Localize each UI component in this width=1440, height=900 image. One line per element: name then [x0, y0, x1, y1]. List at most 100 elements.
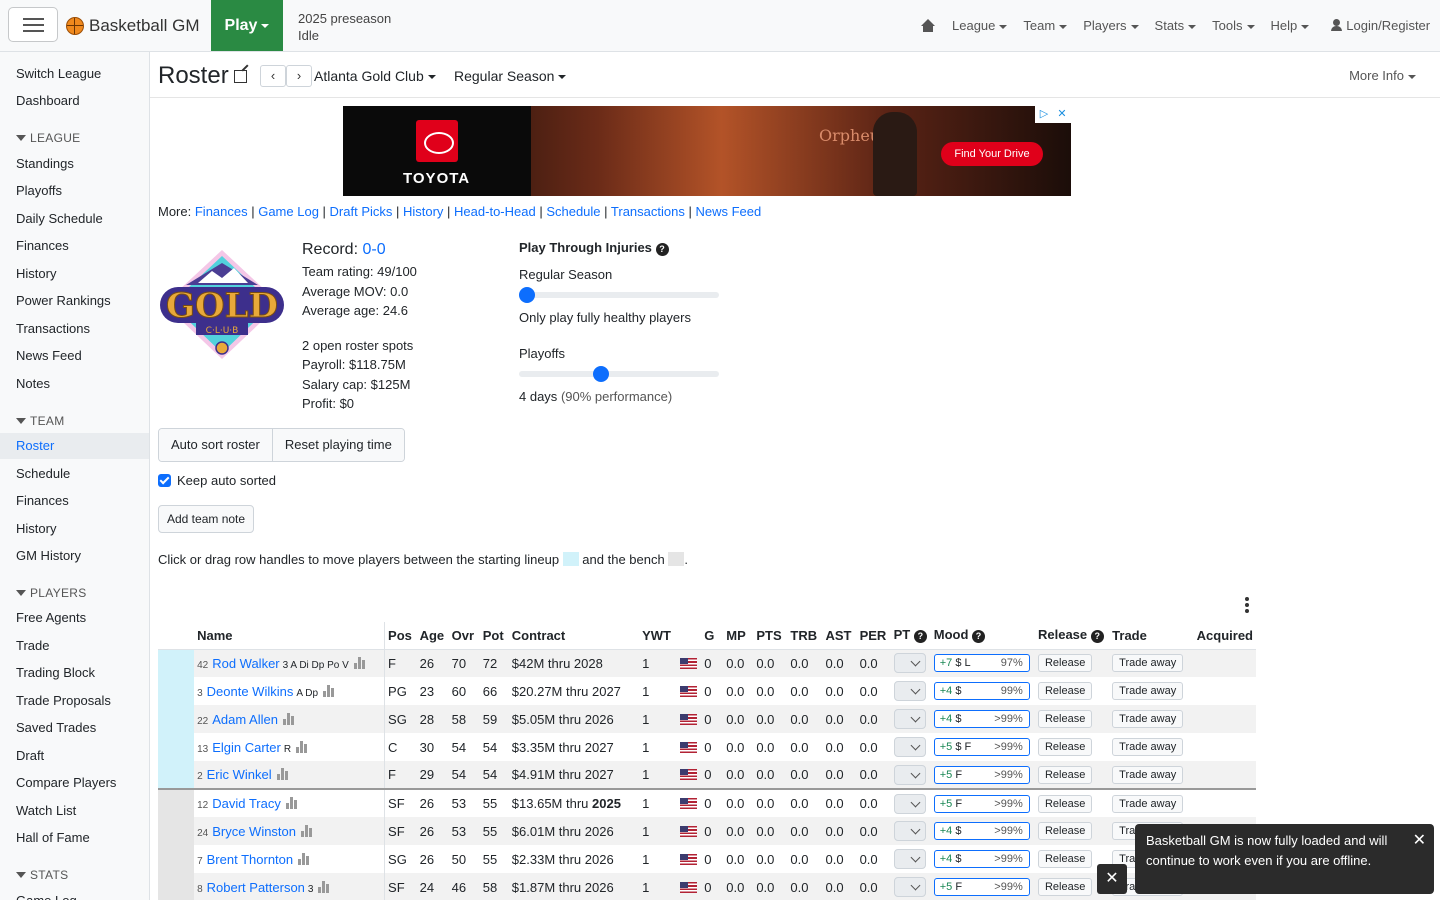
player-link[interactable]: Elgin Carter	[212, 740, 281, 755]
sidebar-item-standings[interactable]: Standings	[0, 151, 149, 177]
player-link[interactable]: Bryce Winston	[212, 824, 296, 839]
sidebar-item-playoffs[interactable]: Playoffs	[0, 178, 149, 204]
ratings-chart-icon[interactable]	[285, 797, 297, 809]
mood-button[interactable]: +5 $ F >99%	[933, 738, 1030, 756]
col-pot[interactable]: Pot	[479, 622, 509, 650]
player-link[interactable]: Adam Allen	[212, 712, 278, 727]
more-info-dropdown[interactable]: More Info	[1349, 68, 1416, 83]
trade-away-button[interactable]: Trade away	[1112, 794, 1184, 813]
help-icon[interactable]: ?	[655, 243, 669, 256]
checkbox-checked-icon[interactable]	[158, 474, 171, 487]
trade-away-button[interactable]: Trade away	[1112, 710, 1184, 728]
sidebar-item-watch-list[interactable]: Watch List	[0, 798, 149, 824]
sidebar-item-league-finances[interactable]: Finances	[0, 233, 149, 259]
col-per[interactable]: PER	[856, 622, 891, 650]
record-value[interactable]: 0-0	[362, 241, 385, 258]
nav-team[interactable]: Team	[1023, 18, 1068, 33]
link-head-to-head[interactable]: Head-to-Head	[454, 204, 536, 219]
ratings-chart-icon[interactable]	[276, 768, 288, 780]
add-team-note-button[interactable]: Add team note	[158, 505, 255, 533]
col-age[interactable]: Age	[416, 622, 449, 650]
row-handle[interactable]	[158, 817, 195, 845]
link-finances[interactable]: Finances	[195, 204, 248, 219]
ad-banner[interactable]: TOYOTA Orpheum Find Your Drive ▷ ✕	[343, 106, 1071, 196]
keep-auto-sorted-checkbox[interactable]: Keep auto sorted	[158, 473, 276, 488]
col-mood[interactable]: Mood ?	[930, 622, 1035, 650]
playing-time-select[interactable]	[893, 821, 926, 841]
col-name[interactable]: Name	[194, 622, 386, 650]
release-button[interactable]: Release	[1037, 710, 1093, 728]
ad-close-icon[interactable]: ✕	[1053, 106, 1071, 123]
col-mp[interactable]: MP	[723, 622, 754, 650]
ratings-chart-icon[interactable]	[301, 824, 313, 837]
col-ywt[interactable]: YWT	[639, 622, 678, 650]
help-icon[interactable]: ?	[913, 630, 927, 644]
col-trade[interactable]: Trade	[1109, 622, 1194, 650]
trade-away-button[interactable]: Trade away	[1112, 654, 1184, 673]
player-link[interactable]: Rod Walker	[212, 656, 279, 671]
sidebar-item-power-rankings[interactable]: Power Rankings	[0, 288, 149, 314]
playing-time-select[interactable]	[893, 877, 926, 897]
row-handle[interactable]	[158, 677, 195, 705]
sidebar-item-roster[interactable]: Roster	[0, 433, 149, 459]
mood-button[interactable]: +5 F >99%	[933, 765, 1030, 784]
col-ast[interactable]: AST	[822, 622, 857, 650]
release-button[interactable]: Release	[1037, 654, 1093, 673]
link-transactions[interactable]: Transactions	[611, 204, 685, 219]
playoffs-slider[interactable]	[519, 366, 719, 382]
sidebar-section-players[interactable]: PLAYERS	[16, 586, 87, 600]
release-button[interactable]: Release	[1037, 850, 1093, 868]
link-game-log[interactable]: Game Log	[258, 204, 319, 219]
release-button[interactable]: Release	[1037, 822, 1093, 840]
mood-button[interactable]: +7 $ L 97%	[933, 654, 1030, 673]
reset-playing-time-button[interactable]: Reset playing time	[271, 429, 404, 461]
help-icon[interactable]: ?	[972, 630, 986, 644]
sidebar-item-compare-players[interactable]: Compare Players	[0, 770, 149, 796]
sidebar-item-team-finances[interactable]: Finances	[0, 488, 149, 514]
sidebar-item-news-feed[interactable]: News Feed	[0, 343, 149, 369]
ratings-chart-icon[interactable]	[282, 712, 294, 725]
menu-toggle-button[interactable]	[8, 7, 58, 42]
release-button[interactable]: Release	[1037, 682, 1093, 700]
playing-time-select[interactable]	[893, 681, 926, 701]
help-icon[interactable]: ?	[1090, 630, 1104, 644]
col-contract[interactable]: Contract	[508, 622, 640, 650]
trade-away-button[interactable]: Trade away	[1112, 738, 1184, 756]
nav-stats[interactable]: Stats	[1155, 18, 1197, 33]
col-g[interactable]: G	[701, 622, 724, 650]
nav-league[interactable]: League	[952, 18, 1008, 33]
mood-button[interactable]: +4 $ >99%	[933, 822, 1030, 840]
regular-season-slider[interactable]	[519, 287, 719, 303]
sidebar-item-switch-league[interactable]: Switch League	[0, 61, 149, 87]
link-news-feed[interactable]: News Feed	[695, 204, 761, 219]
nav-players[interactable]: Players	[1083, 18, 1139, 33]
player-link[interactable]: David Tracy	[212, 796, 281, 811]
col-pts[interactable]: PTS	[753, 622, 788, 650]
ratings-chart-icon[interactable]	[318, 880, 330, 893]
sidebar-item-saved-trades[interactable]: Saved Trades	[0, 715, 149, 741]
home-icon[interactable]	[920, 18, 936, 33]
auto-sort-button[interactable]: Auto sort roster	[159, 429, 272, 461]
sidebar-item-trading-block[interactable]: Trading Block	[0, 660, 149, 686]
col-acquired[interactable]: Acquired	[1193, 622, 1256, 650]
col-trb[interactable]: TRB	[787, 622, 823, 650]
ratings-chart-icon[interactable]	[298, 852, 310, 865]
row-handle[interactable]	[158, 761, 195, 789]
external-link-icon[interactable]	[234, 70, 247, 83]
sidebar-item-game-log[interactable]: Game Log	[0, 888, 149, 900]
release-button[interactable]: Release	[1037, 738, 1093, 756]
row-handle[interactable]	[158, 845, 195, 873]
ad-cta-button[interactable]: Find Your Drive	[941, 142, 1043, 166]
player-link[interactable]: Brent Thornton	[207, 852, 293, 867]
sidebar-section-league[interactable]: LEAGUE	[16, 131, 81, 145]
nav-tools[interactable]: Tools	[1212, 18, 1255, 33]
sidebar-item-draft[interactable]: Draft	[0, 743, 149, 769]
prev-team-button[interactable]: ‹	[260, 65, 286, 87]
playing-time-select[interactable]	[893, 793, 926, 814]
mood-button[interactable]: +4 $99%	[933, 682, 1030, 700]
more-options-icon[interactable]	[1244, 597, 1250, 613]
sidebar-section-stats[interactable]: STATS	[16, 868, 68, 882]
row-handle[interactable]	[158, 733, 195, 761]
row-handle[interactable]	[158, 788, 195, 817]
release-button[interactable]: Release	[1037, 878, 1093, 896]
